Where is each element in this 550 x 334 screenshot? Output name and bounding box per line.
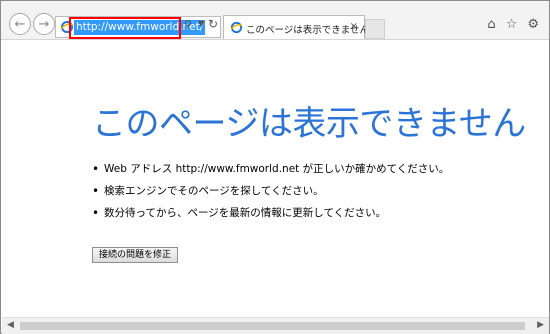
horizontal-scrollbar[interactable]: ◀ ▶: [2, 317, 549, 334]
list-item: Web アドレス http://www.fmworld.net が正しいか確かめ…: [92, 158, 449, 180]
forward-button[interactable]: →: [33, 13, 55, 35]
arrow-right-icon: →: [38, 16, 50, 32]
chevron-down-icon[interactable]: ▼: [198, 19, 204, 28]
scrollbar-thumb[interactable]: [20, 322, 525, 330]
highlight-box: [69, 17, 181, 39]
refresh-icon[interactable]: ↻: [208, 17, 218, 31]
home-icon[interactable]: ⌂: [487, 17, 495, 32]
back-button[interactable]: ←: [9, 13, 31, 35]
search-icon[interactable]: ⚲: [184, 18, 192, 31]
list-item: 数分待ってから、ページを最新の情報に更新してください。: [92, 202, 449, 224]
page-title: このページは表示できません: [92, 104, 526, 144]
new-tab-button[interactable]: [365, 19, 385, 39]
suggestion-list: Web アドレス http://www.fmworld.net が正しいか確かめ…: [92, 158, 449, 224]
arrow-left-icon: ←: [14, 16, 26, 32]
list-item: 検索エンジンでそのページを探してください。: [92, 180, 449, 202]
close-icon[interactable]: ×: [350, 21, 358, 32]
tab-error-page[interactable]: このページは表示できません ×: [223, 15, 369, 39]
scroll-left-icon[interactable]: ◀: [7, 320, 14, 330]
browser-tools: ⌂ ☆ ⚙: [487, 17, 539, 32]
browser-window: ← → http://www.fmworld.net/ ⚲ ▼ ↻ このページは…: [0, 0, 550, 334]
star-icon[interactable]: ☆: [506, 17, 518, 32]
fix-connection-button[interactable]: 接続の問題を修正: [92, 247, 179, 263]
gear-icon[interactable]: ⚙: [527, 17, 539, 32]
scroll-right-icon[interactable]: ▶: [537, 320, 544, 330]
browser-toolbar: ← → http://www.fmworld.net/ ⚲ ▼ ↻ このページは…: [1, 1, 549, 40]
ie-logo-icon: [230, 21, 243, 34]
page-content: このページは表示できません Web アドレス http://www.fmworl…: [2, 40, 549, 317]
